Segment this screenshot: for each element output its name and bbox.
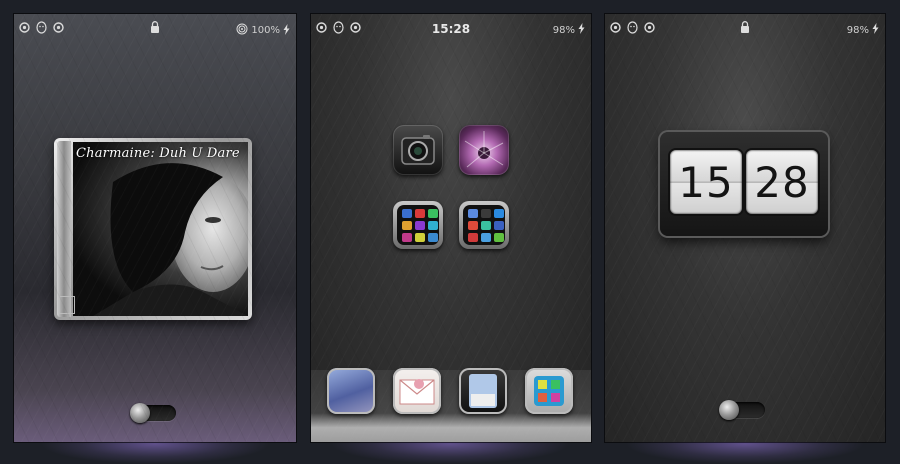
slider-knob[interactable] (130, 403, 150, 423)
face-icon (333, 21, 344, 37)
album-art-case[interactable]: Charmaine: Duh U Dare (54, 138, 252, 320)
unlock-slider[interactable] (719, 400, 765, 420)
app-folder[interactable] (393, 201, 443, 249)
charging-bolt-icon (578, 23, 585, 37)
flip-clock: 15 28 (660, 132, 828, 236)
camera-app-icon[interactable] (393, 125, 443, 175)
album-cover: Charmaine: Duh U Dare (73, 142, 248, 316)
charging-bolt-icon (872, 23, 879, 37)
lockscreen-theme-icon[interactable] (327, 368, 375, 414)
album-portrait (93, 163, 248, 316)
app-folder[interactable] (459, 201, 509, 249)
face-icon (627, 21, 638, 37)
clock-hours: 15 (670, 150, 742, 214)
slider-knob[interactable] (719, 400, 739, 420)
photos-app-icon[interactable] (459, 125, 509, 175)
lock-icon (740, 21, 750, 36)
battery-percentage: 98% (846, 24, 869, 36)
target-icon (610, 22, 621, 36)
phone-app-icon[interactable] (459, 368, 507, 414)
status-bar: 100% (14, 14, 296, 44)
battery-percentage: 100% (251, 25, 280, 36)
cd-spine (57, 141, 71, 317)
status-bar: 15:28 98% (311, 14, 591, 44)
fingerprint-icon (236, 23, 248, 38)
charging-bolt-icon (283, 23, 290, 38)
face-icon (36, 21, 47, 37)
lock-icon (150, 21, 160, 36)
album-title: Charmaine: Duh U Dare (76, 146, 240, 161)
target-icon (644, 22, 655, 36)
home-screen: 15:28 98% (311, 14, 591, 442)
cd-logo-icon (59, 296, 75, 314)
clock-minutes: 28 (746, 150, 818, 214)
lock-screen-clock: 98% 15 28 (605, 14, 885, 442)
target-icon (53, 22, 64, 36)
target-icon (350, 22, 361, 36)
unlock-slider[interactable] (130, 403, 176, 423)
nano-app-icon[interactable] (525, 368, 573, 414)
lock-screen-album: 100% Charmaine: Duh U Dare (14, 14, 296, 442)
target-icon (19, 22, 30, 36)
mail-app-icon[interactable] (393, 368, 441, 414)
target-icon (316, 22, 327, 36)
battery-percentage: 98% (552, 24, 575, 36)
status-bar: 98% (605, 14, 885, 44)
status-time: 15:28 (431, 22, 471, 36)
